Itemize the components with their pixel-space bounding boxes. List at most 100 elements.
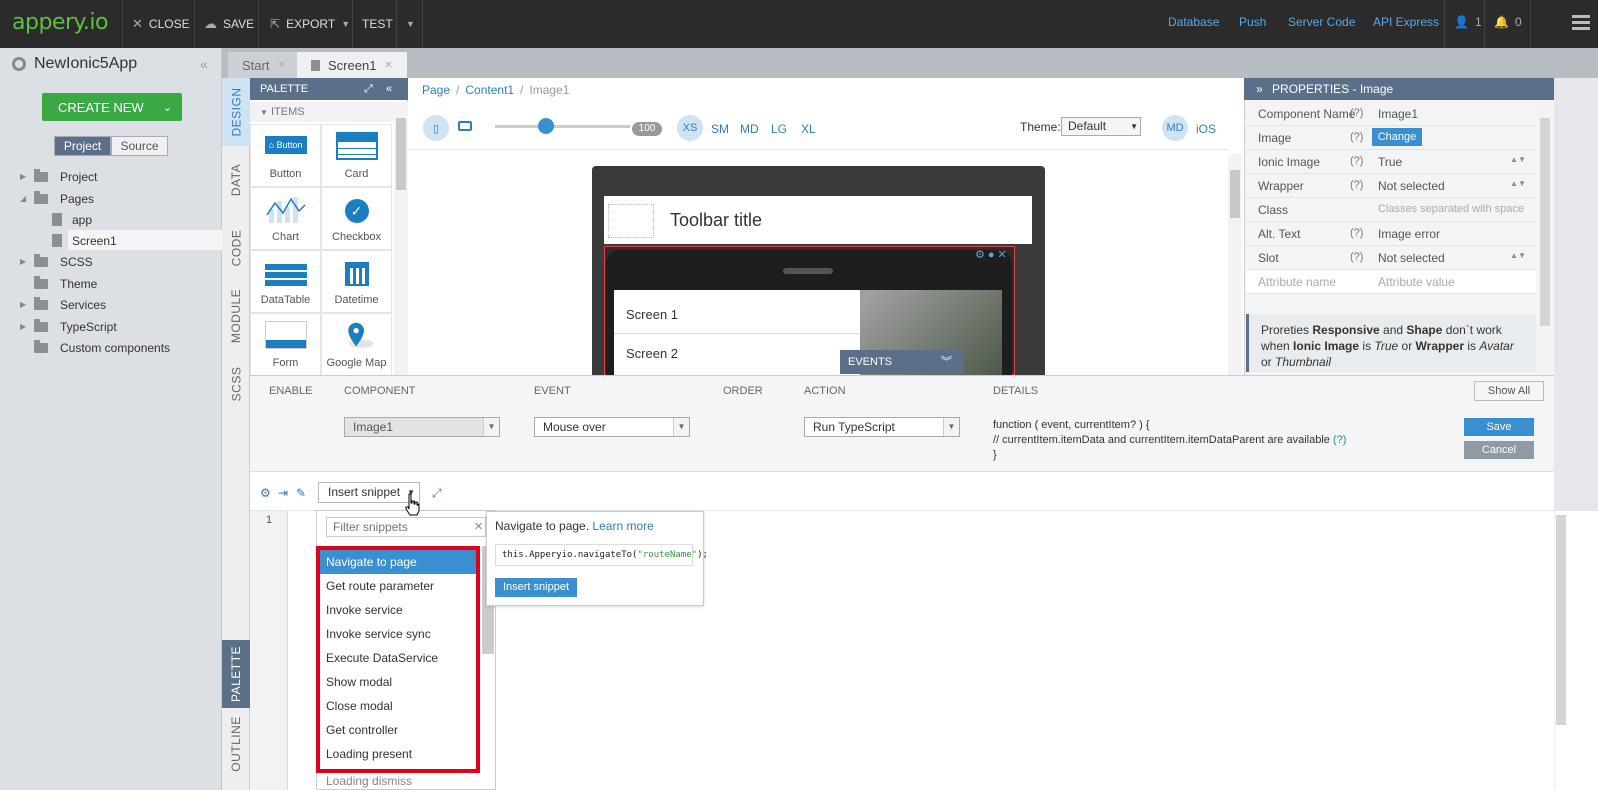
expand-icon[interactable]: ▶	[20, 322, 28, 331]
mode-md[interactable]: MD	[1162, 115, 1188, 141]
attribute-name-input[interactable]: Attribute name	[1258, 275, 1336, 289]
breakpoint-xs[interactable]: XS	[677, 115, 703, 141]
learn-more-link[interactable]: Learn more	[592, 519, 653, 533]
clear-filter-icon[interactable]: ✕	[474, 520, 483, 533]
palette-item-datatable[interactable]: DataTable	[250, 250, 321, 313]
tree-item-screen1[interactable]: Screen1	[52, 230, 117, 251]
tablet-view-icon[interactable]	[458, 121, 472, 131]
canvas-scroll-thumb[interactable]	[1230, 170, 1240, 218]
doc-tab-start[interactable]: Start ✕	[228, 52, 300, 78]
snippet-invoke-service[interactable]: Invoke service	[320, 598, 476, 622]
double-chevron-right-icon[interactable]: »	[1256, 82, 1263, 96]
tab-source[interactable]: Source	[111, 136, 168, 156]
tree-item-typescript[interactable]: ▶ TypeScript	[20, 316, 117, 337]
snippet-show-modal[interactable]: Show modal	[320, 670, 476, 694]
database-link[interactable]: Database	[1168, 15, 1219, 29]
help-link[interactable]: (?)	[1333, 434, 1346, 446]
component-controls[interactable]: ⚙●✕	[975, 248, 1010, 261]
tree-item-services[interactable]: ▶ Services	[20, 294, 106, 315]
tree-item-project[interactable]: ▶ Project	[20, 166, 97, 187]
cancel-event-button[interactable]: Cancel	[1464, 441, 1534, 459]
insert-snippet-button[interactable]: Insert snippet	[495, 578, 577, 597]
palette-item-form[interactable]: Form	[250, 313, 321, 376]
snippet-loading-present[interactable]: Loading present	[320, 742, 476, 766]
breadcrumb-content1[interactable]: Content1	[465, 83, 514, 97]
close-button[interactable]: ✕ CLOSE	[124, 0, 198, 48]
snippet-invoke-service-sync[interactable]: Invoke service sync	[320, 622, 476, 646]
zoom-slider-handle[interactable]	[538, 118, 554, 134]
doc-tab-screen1[interactable]: Screen1 ✕	[297, 52, 407, 78]
tab-code[interactable]: CODE	[222, 214, 250, 282]
toolbar-title[interactable]: Toolbar title	[670, 210, 762, 231]
tab-module[interactable]: MODULE	[222, 282, 250, 350]
close-icon[interactable]: ✕	[384, 60, 392, 71]
fullscreen-icon[interactable]: ⤢	[432, 486, 442, 501]
snippet-loading-dismiss[interactable]: Loading dismiss	[326, 774, 412, 788]
snippet-navigate-to-page[interactable]: Navigate to page	[320, 550, 476, 574]
push-link[interactable]: Push	[1239, 15, 1266, 29]
breadcrumb-page[interactable]: Page	[422, 83, 450, 97]
api-express-link[interactable]: API Express	[1373, 15, 1439, 29]
toolbar-buttons-placeholder[interactable]	[608, 204, 654, 238]
tree-item-app[interactable]: app	[52, 209, 92, 230]
tab-design[interactable]: DESIGN	[222, 78, 250, 146]
component-select[interactable]: Image1 ▼	[344, 417, 500, 437]
palette-item-card[interactable]: Card	[321, 124, 392, 187]
change-image-button[interactable]: Change	[1372, 128, 1422, 146]
expand-icon[interactable]: ▶	[20, 300, 28, 309]
snippet-close-modal[interactable]: Close modal	[320, 694, 476, 718]
phone-view-icon[interactable]: ▯	[423, 115, 449, 141]
items-section-header[interactable]: ▼ ITEMS	[250, 102, 394, 122]
expand-icon[interactable]: ▶	[20, 172, 28, 181]
snippet-execute-dataservice[interactable]: Execute DataService	[320, 646, 476, 670]
server-code-link[interactable]: Server Code	[1288, 15, 1355, 29]
slot-select[interactable]: Not selected	[1378, 251, 1445, 265]
snippet-get-route-parameter[interactable]: Get route parameter	[320, 574, 476, 598]
attribute-value-input[interactable]: Attribute value	[1378, 275, 1455, 289]
tree-item-custom-components[interactable]: Custom components	[20, 337, 170, 358]
editor-scroll-thumb[interactable]	[1556, 515, 1566, 725]
breakpoint-md[interactable]: MD	[740, 122, 759, 136]
app-name[interactable]: NewIonic5App	[12, 55, 137, 73]
tab-outline[interactable]: OUTLINE	[222, 708, 250, 780]
users-button[interactable]: 👤 1	[1454, 15, 1482, 29]
zoom-slider-track[interactable]	[495, 125, 630, 128]
snippet-get-controller[interactable]: Get controller	[320, 718, 476, 742]
tab-palette[interactable]: PALETTE	[222, 640, 250, 708]
test-button[interactable]: TEST	[354, 0, 401, 48]
tree-item-scss[interactable]: ▶ SCSS	[20, 251, 93, 272]
palette-item-datetime[interactable]: Datetime	[321, 250, 392, 313]
theme-select[interactable]: Default ▼	[1061, 117, 1141, 136]
indent-icon[interactable]: ⇥	[278, 486, 288, 500]
test-dropdown-button[interactable]: ▼	[398, 0, 423, 48]
tab-project[interactable]: Project	[54, 136, 111, 156]
tab-scss[interactable]: SCSS	[222, 350, 250, 418]
collapse-panel-icon[interactable]: «	[386, 78, 392, 100]
gear-icon[interactable]: ⚙	[260, 486, 271, 500]
tree-item-pages[interactable]: ◢ Pages	[20, 188, 94, 209]
class-input[interactable]: Classes separated with space	[1378, 203, 1524, 215]
tab-data[interactable]: DATA	[222, 146, 250, 214]
export-button[interactable]: ⇱ EXPORT ▼	[262, 0, 358, 48]
platform-ios[interactable]: iOS	[1196, 122, 1216, 136]
event-select[interactable]: Mouse over ▼	[534, 417, 690, 437]
create-new-button[interactable]: CREATE NEW ⌄	[42, 93, 182, 121]
save-event-button[interactable]: Save	[1464, 418, 1534, 436]
breakpoint-lg[interactable]: LG	[771, 122, 787, 136]
show-all-button[interactable]: Show All	[1474, 381, 1544, 401]
save-button[interactable]: ☁ SAVE	[196, 0, 262, 48]
appery-logo[interactable]: appery.io	[12, 10, 108, 35]
breakpoint-xl[interactable]: XL	[801, 122, 816, 136]
ion-toolbar[interactable]	[604, 196, 1032, 244]
palette-item-google-map[interactable]: Google Map	[321, 313, 392, 376]
palette-item-chart[interactable]: Chart	[250, 187, 321, 250]
palette-item-button[interactable]: ⌂ Button Button	[250, 124, 321, 187]
alt-text-input[interactable]: Image error	[1378, 227, 1440, 241]
filter-snippets-input[interactable]	[326, 517, 486, 537]
palette-scroll-thumb[interactable]	[396, 118, 406, 190]
expand-icon[interactable]: ▶	[20, 257, 28, 266]
events-toggle[interactable]: EVENTS ︾	[840, 350, 964, 374]
palette-item-checkbox[interactable]: ✓ Checkbox	[321, 187, 392, 250]
collapse-sidebar-icon[interactable]: «	[200, 56, 208, 72]
close-icon[interactable]: ✕	[277, 60, 285, 71]
